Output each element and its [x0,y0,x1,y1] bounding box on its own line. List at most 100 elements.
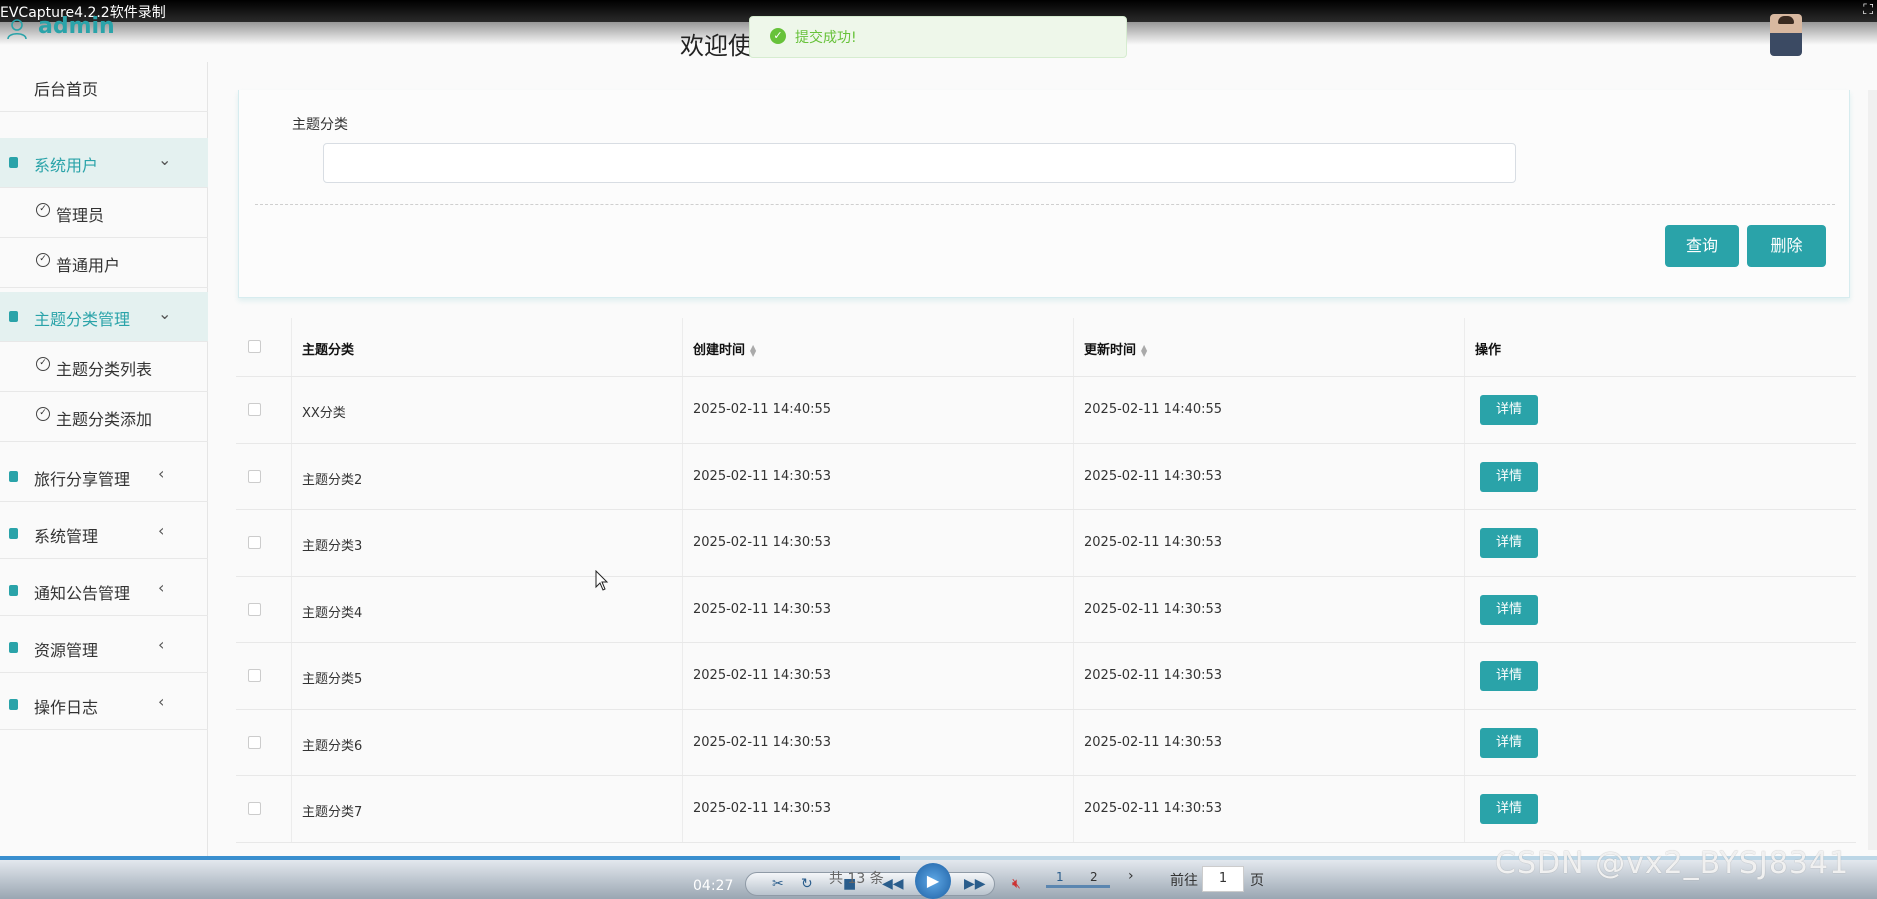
sidebar-item-travel-share[interactable]: 旅行分享管理 ‹ [0,452,208,502]
row-checkbox-cell [236,643,291,709]
sidebar-item-label: 系统用户 [34,156,99,175]
row-created: 2025-02-11 14:30:53 [693,601,832,617]
fullscreen-icon[interactable]: ⛶ [1863,2,1873,18]
row-created: 2025-02-11 14:30:53 [693,535,832,551]
detail-button[interactable]: 详情 [1480,395,1538,426]
detail-button[interactable]: 详情 [1480,461,1538,492]
row-updated-cell: 2025-02-11 14:30:53 [1073,443,1464,509]
sort-icon[interactable]: ▲ ▼ [1141,343,1147,357]
goto-label: 前往 [1170,873,1198,889]
category-search-input[interactable] [323,143,1516,183]
fast-forward-icon[interactable]: ▶▶ [964,876,986,892]
header-checkbox-cell [236,318,291,376]
sidebar-item-normal-user[interactable]: ✓ 普通用户 [0,238,208,288]
row-checkbox-cell [236,710,291,776]
row-checkbox[interactable] [248,735,261,749]
row-category: 主题分类7 [302,805,363,821]
page-number-2[interactable]: 2 [1090,870,1098,884]
row-created-cell: 2025-02-11 14:40:55 [682,377,1073,443]
delete-button[interactable]: 删除 [1747,225,1826,267]
search-panel [238,90,1850,298]
detail-button[interactable]: 详情 [1480,661,1538,692]
row-created: 2025-02-11 14:30:53 [693,734,832,750]
row-updated-cell: 2025-02-11 14:30:53 [1073,510,1464,576]
row-action-cell: 详情 [1464,443,1856,509]
row-checkbox[interactable] [248,602,261,616]
row-checkbox[interactable] [248,403,261,417]
row-created: 2025-02-11 14:30:53 [693,668,832,684]
sidebar-item-notice-mgmt[interactable]: 通知公告管理 ‹ [0,566,208,616]
rewind-icon[interactable]: ◀◀ [882,876,904,892]
header-created[interactable]: 创建时间 ▲ ▼ [682,318,1073,376]
row-checkbox[interactable] [248,802,261,816]
detail-button[interactable]: 详情 [1480,594,1538,625]
row-checkbox[interactable] [248,469,261,483]
sidebar-item-admin[interactable]: ✓ 管理员 [0,188,208,238]
check-circle-icon: ✓ [770,28,786,44]
sidebar-item-label: 管理员 [56,206,105,225]
sidebar-item-op-log[interactable]: 操作日志 ‹ [0,680,208,730]
playback-time: 04:27 [693,878,734,894]
table-row: 主题分类6 2025-02-11 14:30:53 2025-02-11 14:30… [236,709,1856,776]
row-checkbox-cell [236,377,291,443]
sidebar-item-resource-mgmt[interactable]: 资源管理 ‹ [0,623,208,673]
next-page-icon[interactable]: › [1128,868,1134,884]
table-row: 主题分类4 2025-02-11 14:30:53 2025-02-11 14:30… [236,576,1856,643]
row-checkbox[interactable] [248,536,261,550]
row-action-cell: 详情 [1464,643,1856,709]
row-category: 主题分类4 [302,605,363,621]
sidebar: 后台首页 系统用户 ⌄ ✓ 管理员 ✓ 普通用户 主题分类管理 ⌄ ✓ 主题分类… [0,62,208,899]
mute-icon[interactable]: 🔇︎ [1012,876,1021,892]
sidebar-item-label: 旅行分享管理 [34,470,131,489]
sort-icon[interactable]: ▲ ▼ [750,343,756,357]
row-updated-cell: 2025-02-11 14:30:53 [1073,576,1464,642]
sidebar-item-label: 主题分类列表 [56,360,153,379]
check-circle-icon: ✓ [36,357,50,371]
header-created-label: 创建时间 [693,343,746,358]
chevron-left-icon: ‹ [158,521,165,540]
chevron-down-icon: ⌄ [158,304,172,323]
detail-button[interactable]: 详情 [1480,794,1538,825]
sidebar-item-topic-add[interactable]: ✓ 主题分类添加 [0,392,208,442]
row-action-cell: 详情 [1464,576,1856,642]
sidebar-item-topic-list[interactable]: ✓ 主题分类列表 [0,342,208,392]
select-all-checkbox[interactable] [248,340,261,353]
row-updated-cell: 2025-02-11 14:30:53 [1073,643,1464,709]
volume-slider[interactable] [1046,885,1110,888]
detail-button[interactable]: 详情 [1480,727,1538,758]
category-field-label: 主题分类 [292,117,348,133]
detail-button[interactable]: 详情 [1480,528,1538,559]
header-action-label: 操作 [1475,343,1502,358]
row-category-cell: 主题分类2 [291,443,682,509]
chevron-left-icon: ‹ [158,578,165,597]
row-category: 主题分类2 [302,472,363,488]
sidebar-item-home[interactable]: 后台首页 [0,62,208,112]
table-row: 主题分类7 2025-02-11 14:30:53 2025-02-11 14:30… [236,776,1856,843]
sidebar-item-system-mgmt[interactable]: 系统管理 ‹ [0,509,208,559]
sidebar-item-label: 主题分类管理 [34,310,131,329]
avatar[interactable] [1770,14,1802,56]
row-category-cell: 主题分类4 [291,576,682,642]
row-category-cell: 主题分类7 [291,776,682,842]
row-category-cell: XX分类 [291,377,682,443]
row-updated: 2025-02-11 14:30:53 [1084,535,1223,551]
play-button[interactable]: ▶ [915,863,951,899]
menu-icon [9,699,18,710]
query-button[interactable]: 查询 [1665,225,1739,267]
goto-page-input[interactable]: 1 [1202,866,1244,892]
scrollbar[interactable] [1868,90,1877,850]
page-number-1[interactable]: 1 [1056,870,1064,884]
row-category: 主题分类6 [302,738,363,754]
sidebar-item-topic-mgmt[interactable]: 主题分类管理 ⌄ [0,292,208,342]
row-checkbox[interactable] [248,669,261,683]
scissors-icon[interactable]: ✂ [772,876,784,892]
row-created-cell: 2025-02-11 14:30:53 [682,576,1073,642]
pagination-total: 共 13 条 [829,871,884,887]
sidebar-item-system-users[interactable]: 系统用户 ⌄ [0,138,208,188]
row-updated-cell: 2025-02-11 14:30:53 [1073,776,1464,842]
sidebar-item-label: 普通用户 [56,256,121,275]
row-category-cell: 主题分类5 [291,643,682,709]
table-header-row: 主题分类 创建时间 ▲ ▼ 更新时间 ▲ ▼ 操作 [236,318,1856,377]
loop-icon[interactable]: ↻ [801,876,813,892]
header-updated[interactable]: 更新时间 ▲ ▼ [1073,318,1464,376]
